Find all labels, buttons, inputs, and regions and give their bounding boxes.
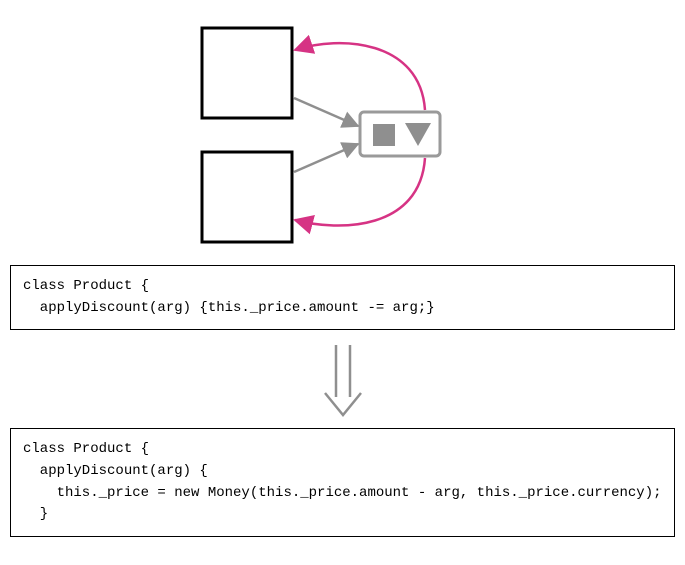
- diagram-svg: [10, 10, 675, 255]
- code-after: class Product { applyDiscount(arg) { thi…: [10, 428, 675, 537]
- top-left-box: [202, 28, 292, 118]
- back-arrow-bottom: [295, 158, 425, 226]
- transform-arrow: [10, 334, 675, 424]
- forward-arrow-top: [294, 98, 358, 126]
- square-icon: [373, 124, 395, 146]
- forward-arrow-bottom: [294, 144, 358, 172]
- double-down-arrow-icon: [321, 339, 365, 419]
- back-arrow-top: [295, 43, 425, 110]
- shared-value-panel: [360, 112, 440, 156]
- bottom-left-box: [202, 152, 292, 242]
- code-before: class Product { applyDiscount(arg) {this…: [10, 265, 675, 330]
- refactoring-diagram: [10, 10, 675, 255]
